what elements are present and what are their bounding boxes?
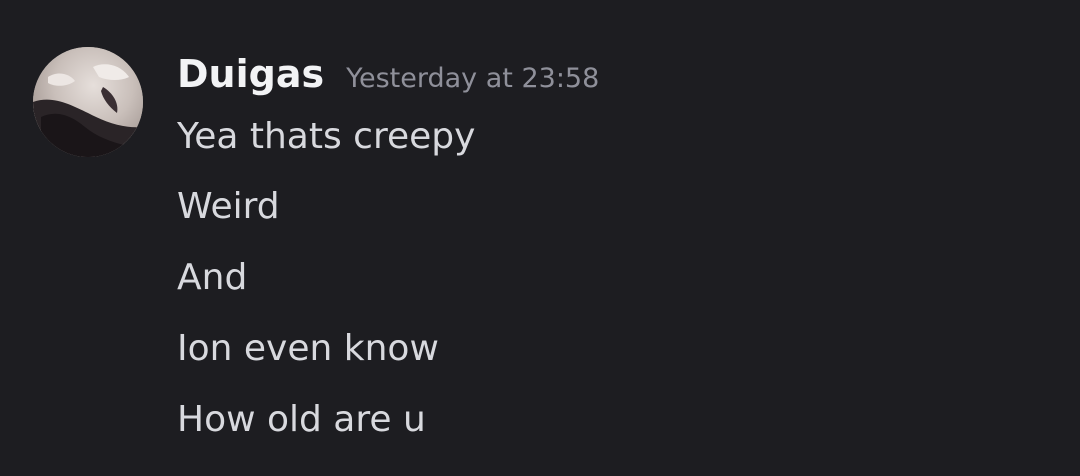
user-avatar-icon — [33, 47, 143, 157]
message-line: And — [177, 257, 248, 298]
username[interactable]: Duigas — [177, 52, 324, 96]
avatar[interactable] — [33, 47, 143, 157]
message-line: Weird — [177, 186, 280, 227]
message-header: Duigas Yesterday at 23:58 — [177, 52, 599, 108]
message-group: Duigas Yesterday at 23:58 Yea thats cree… — [0, 0, 1080, 476]
chat-view: Duigas Yesterday at 23:58 Yea thats cree… — [0, 0, 1080, 476]
message-line: How old are u — [177, 399, 426, 440]
timestamp: Yesterday at 23:58 — [346, 63, 600, 94]
message-line: Ion even know — [177, 328, 439, 369]
message-line: Yea thats creepy — [177, 116, 476, 157]
